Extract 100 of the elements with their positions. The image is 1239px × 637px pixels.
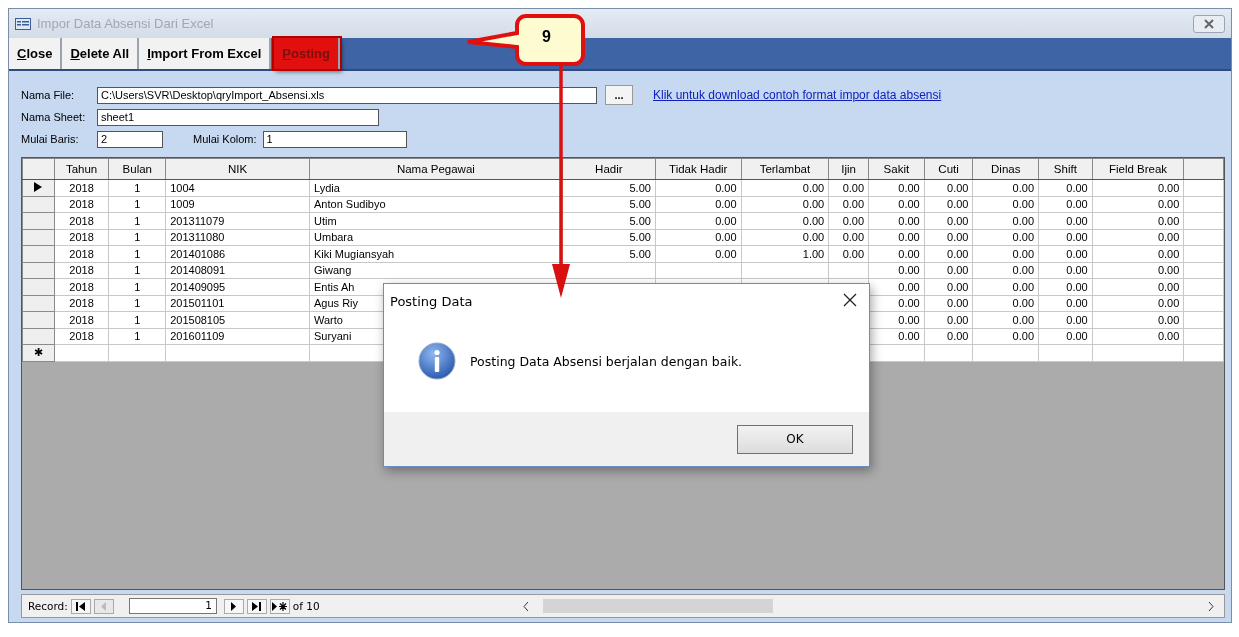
table-cell: 0.00 — [924, 328, 973, 345]
table-cell: 0.00 — [1038, 212, 1093, 229]
table-cell: 5.00 — [562, 212, 656, 229]
table-cell: 2018 — [54, 278, 109, 295]
column-header[interactable]: NIK — [165, 158, 310, 180]
table-cell: 0.00 — [1038, 245, 1093, 262]
column-header[interactable]: Tahun — [54, 158, 109, 180]
table-cell: 0.00 — [741, 212, 829, 229]
table-cell: 0.00 — [924, 179, 973, 196]
table-cell: 0.00 — [828, 229, 869, 246]
ok-button[interactable]: OK — [737, 424, 853, 454]
start-row-field[interactable]: 2 — [97, 130, 163, 148]
record-number-field[interactable]: 1 — [128, 598, 217, 614]
table-cell: 0.00 — [972, 229, 1039, 246]
table-cell: 0.00 — [924, 262, 973, 279]
table-cell: 1 — [108, 328, 166, 345]
table-cell: 2018 — [54, 196, 109, 213]
table-cell: 2018 — [54, 295, 109, 312]
table-cell: 0.00 — [828, 245, 869, 262]
first-record-button[interactable] — [70, 598, 91, 614]
field-label: Nama File: — [21, 89, 76, 101]
table-cell: 2018 — [54, 212, 109, 229]
table-cell: 1 — [108, 229, 166, 246]
close-icon — [1203, 18, 1215, 29]
table-cell: 0.00 — [741, 179, 829, 196]
last-record-button[interactable] — [246, 598, 267, 614]
column-header[interactable]: Shift — [1038, 158, 1093, 180]
table-cell: 0.00 — [868, 179, 925, 196]
table-cell: 0.00 — [655, 229, 742, 246]
toolbar-button[interactable]: Close — [9, 38, 63, 69]
column-header[interactable]: Cuti — [924, 158, 973, 180]
table-cell: 2018 — [54, 229, 109, 246]
table-cell: 0.00 — [1092, 179, 1184, 196]
table-cell: 0.00 — [1038, 196, 1093, 213]
scroll-right-icon[interactable] — [1208, 601, 1214, 611]
table-cell: 0.00 — [972, 196, 1039, 213]
table-cell: 0.00 — [1038, 262, 1093, 279]
table-cell: 0.00 — [868, 229, 925, 246]
toolbar-button[interactable]: Import From Excel — [139, 38, 272, 69]
table-cell: 2018 — [54, 328, 109, 345]
table-cell: 1 — [108, 311, 166, 328]
table-cell: 0.00 — [1038, 328, 1093, 345]
table-cell: 1 — [108, 212, 166, 229]
table-cell: 201508105 — [165, 311, 310, 328]
start-column-field[interactable]: 1 — [262, 130, 407, 148]
toolbar-button[interactable]: Delete All — [62, 38, 140, 69]
table-cell: 0.00 — [1092, 196, 1184, 213]
info-icon — [418, 342, 456, 380]
table-cell: 2018 — [54, 245, 109, 262]
column-header[interactable]: Ijin — [828, 158, 869, 180]
table-cell: 0.00 — [1092, 245, 1184, 262]
table-cell: 0.00 — [972, 262, 1039, 279]
table-cell: 0.00 — [924, 245, 973, 262]
table-cell: 0.00 — [868, 262, 925, 279]
dialog-title: Posting Data — [390, 293, 473, 309]
table-cell: 0.00 — [972, 295, 1039, 312]
next-record-button[interactable] — [223, 598, 244, 614]
table-cell: 0.00 — [828, 179, 869, 196]
table-cell: 0.00 — [1092, 229, 1184, 246]
table-cell: 201409095 — [165, 278, 310, 295]
table-cell: 0.00 — [1038, 229, 1093, 246]
sheet-field[interactable]: sheet1 — [97, 108, 379, 126]
table-cell: 1009 — [165, 196, 310, 213]
field-label: Mulai Kolom: — [193, 133, 257, 145]
table-cell: 1.00 — [741, 245, 829, 262]
table-cell: 0.00 — [828, 212, 869, 229]
table-cell: 0.00 — [972, 245, 1039, 262]
column-header[interactable]: Hadir — [562, 158, 656, 180]
table-cell: 1 — [108, 278, 166, 295]
table-cell: 1 — [108, 262, 166, 279]
column-header[interactable]: Dinas — [972, 158, 1039, 180]
column-header[interactable]: Field Break — [1092, 158, 1184, 180]
scrollbar-thumb[interactable] — [542, 599, 773, 613]
callout-number: 9 — [542, 28, 551, 46]
column-header[interactable]: Terlambat — [741, 158, 829, 180]
browse-button[interactable]: ... — [605, 85, 633, 105]
table-cell: 1004 — [165, 179, 310, 196]
column-header[interactable]: Tidak Hadir — [655, 158, 742, 180]
field-label: Nama Sheet: — [21, 111, 87, 123]
table-cell: 0.00 — [924, 229, 973, 246]
download-link[interactable]: Klik untuk download contoh format impor data absensi — [653, 88, 942, 102]
table-cell: 2018 — [54, 262, 109, 279]
scroll-left-icon[interactable] — [522, 601, 529, 611]
new-record-icon — [271, 601, 288, 611]
close-icon — [842, 292, 858, 308]
table-cell: 201401086 — [165, 245, 310, 262]
table-cell: 0.00 — [868, 212, 925, 229]
column-header[interactable]: Bulan — [108, 158, 166, 180]
table-cell: 0.00 — [1092, 212, 1184, 229]
table-cell: 0.00 — [1038, 295, 1093, 312]
table-cell: 201601109 — [165, 328, 310, 345]
column-header[interactable]: Sakit — [868, 158, 925, 180]
table-cell: 5.00 — [562, 245, 656, 262]
table-cell: 0.00 — [1092, 278, 1184, 295]
file-field[interactable]: C:\Users\SVR\Desktop\qryImport_Absensi.xls — [97, 86, 597, 104]
new-record-button[interactable] — [269, 598, 290, 614]
table-cell: 1 — [108, 245, 166, 262]
table-cell: 201408091 — [165, 262, 310, 279]
field-label: Mulai Baris: — [21, 133, 80, 145]
dialog-message: Posting Data Absensi berjalan dengan baik. — [470, 353, 743, 369]
